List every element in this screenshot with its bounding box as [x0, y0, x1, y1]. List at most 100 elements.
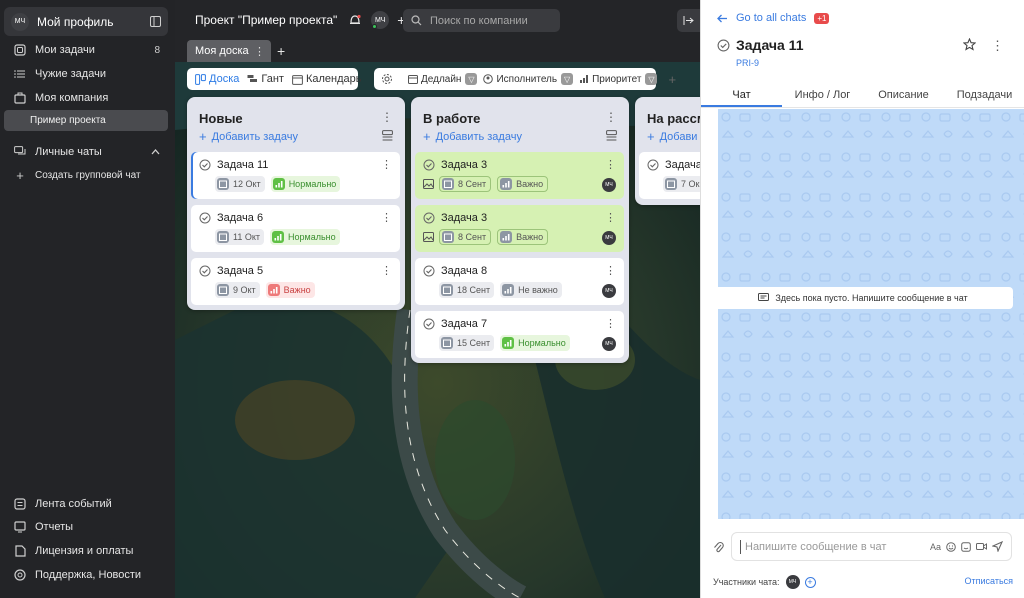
task-card[interactable]: Задача 8 ⋮ 18 Сент Не важно МЧ — [415, 258, 624, 305]
message-input[interactable] — [740, 539, 925, 554]
task-card[interactable]: Задача 7 Ок — [639, 152, 700, 199]
task-menu-icon[interactable]: ⋮ — [991, 38, 1004, 54]
task-status-icon[interactable] — [423, 159, 435, 171]
company-search[interactable] — [403, 9, 560, 32]
star-icon[interactable] — [963, 38, 976, 51]
filter-priority[interactable]: Приоритет ▽ — [576, 73, 660, 85]
sidebar-item-personal-chats[interactable]: Личные чаты — [4, 141, 168, 163]
assignee-avatar[interactable]: МЧ — [602, 337, 616, 351]
task-card[interactable]: Задача 5 ⋮ 9 Окт Важно — [191, 258, 400, 305]
task-status-icon[interactable] — [423, 265, 435, 277]
member-avatar[interactable]: МЧ — [785, 575, 800, 589]
filter-funnel-icon[interactable]: ▽ — [645, 73, 658, 85]
profile-button[interactable]: МЧ Мой профиль — [4, 7, 168, 36]
add-task-button[interactable]: + Добави — [647, 129, 697, 144]
create-group-chat-button[interactable]: + Создать групповой чат — [4, 164, 168, 186]
sidebar-item-reports[interactable]: Отчеты — [4, 516, 168, 538]
task-menu-icon[interactable]: ⋮ — [381, 158, 392, 171]
tab-description[interactable]: Описание — [863, 82, 944, 107]
due-date-chip[interactable]: 7 Ок — [663, 176, 700, 192]
sidebar-item-example-project[interactable]: Пример проекта — [4, 110, 168, 131]
priority-chip[interactable]: Важно — [497, 229, 549, 245]
task-status-icon[interactable] — [199, 159, 211, 171]
project-member-avatar[interactable]: МЧ — [371, 11, 390, 29]
due-date-chip[interactable]: 12 Окт — [215, 176, 265, 192]
task-menu-icon[interactable]: ⋮ — [605, 211, 616, 224]
add-task-button[interactable]: + Добавить задачу — [423, 129, 522, 144]
video-message-icon[interactable] — [976, 542, 987, 551]
priority-chip[interactable]: Нормально — [500, 335, 570, 351]
task-menu-icon[interactable]: ⋮ — [605, 317, 616, 330]
send-icon[interactable] — [992, 541, 1003, 552]
tab-info-log[interactable]: Инфо / Лог — [782, 82, 863, 107]
due-date-chip[interactable]: 18 Сент — [439, 282, 495, 298]
sidebar-item-my-company[interactable]: Моя компания — [4, 87, 168, 109]
filter-settings-icon[interactable] — [378, 73, 399, 85]
task-status-icon[interactable] — [199, 265, 211, 277]
add-member-icon[interactable]: + — [804, 576, 816, 588]
unsubscribe-link[interactable]: Отписаться — [964, 576, 1013, 586]
task-menu-icon[interactable]: ⋮ — [381, 264, 392, 277]
task-card[interactable]: Задача 6 ⋮ 11 Окт Нормально — [191, 205, 400, 252]
assignee-avatar[interactable]: МЧ — [602, 178, 616, 192]
column-menu-icon[interactable]: ⋮ — [381, 110, 393, 124]
task-card[interactable]: Задача 3 ⋮ 8 Сент Важно МЧ — [415, 205, 624, 252]
task-code[interactable]: PRI-9 — [736, 58, 759, 68]
task-card[interactable]: Задача 11 ⋮ 12 Окт Нормально — [191, 152, 400, 199]
view-tab-gantt[interactable]: Гант — [243, 70, 288, 88]
go-to-all-chats-link[interactable]: Go to all chats +1 — [717, 12, 830, 24]
tab-subtasks[interactable]: Подзадачи — [944, 82, 1024, 107]
add-filter-icon[interactable]: + — [668, 72, 676, 87]
add-board-icon[interactable]: + — [277, 43, 285, 59]
emoji-icon[interactable] — [946, 541, 956, 552]
chevron-up-icon[interactable] — [151, 149, 160, 155]
due-date-chip[interactable]: 15 Сент — [439, 335, 495, 351]
priority-chip[interactable]: Нормально — [270, 176, 341, 192]
filter-funnel-icon[interactable]: ▽ — [465, 73, 478, 85]
task-menu-icon[interactable]: ⋮ — [381, 211, 392, 224]
task-status-icon[interactable] — [647, 159, 659, 171]
board-tab-my-board[interactable]: Моя доска ⋮ — [187, 40, 271, 62]
sidebar-item-my-tasks[interactable]: Мои задачи 8 — [4, 39, 168, 61]
assignee-avatar[interactable]: МЧ — [602, 231, 616, 245]
filter-assignee[interactable]: Исполнитель ▽ — [480, 73, 576, 85]
sticker-icon[interactable] — [961, 541, 971, 552]
due-date-chip[interactable]: 9 Окт — [215, 282, 260, 298]
sidebar-item-events-feed[interactable]: Лента событий — [4, 493, 168, 515]
task-card[interactable]: Задача 7 ⋮ 15 Сент Нормально МЧ — [415, 311, 624, 358]
filter-funnel-icon[interactable]: ▽ — [561, 73, 574, 85]
task-card[interactable]: Задача 3 ⋮ 8 Сент Важно МЧ — [415, 152, 624, 199]
attach-file-icon[interactable] — [713, 541, 724, 554]
filter-deadline[interactable]: Дедлайн ▽ — [405, 73, 480, 85]
priority-chip[interactable]: Важно — [497, 176, 549, 192]
column-layout-icon[interactable] — [382, 130, 393, 141]
view-tab-calendar[interactable]: Календарь — [288, 70, 366, 88]
assignee-avatar[interactable]: МЧ — [602, 284, 616, 298]
task-status-icon[interactable] — [423, 318, 435, 330]
sidebar-item-support[interactable]: Поддержка, Новости — [4, 564, 168, 586]
column-menu-icon[interactable]: ⋮ — [605, 110, 617, 124]
view-tab-board[interactable]: Доска — [191, 70, 243, 88]
tab-chat[interactable]: Чат — [701, 82, 782, 107]
add-task-button[interactable]: + Добавить задачу — [199, 129, 298, 144]
board-tab-menu-icon[interactable]: ⋮ — [254, 45, 265, 58]
task-status-icon[interactable] — [717, 39, 730, 52]
sidebar-item-licenses[interactable]: Лицензия и оплаты — [4, 540, 168, 562]
search-input[interactable] — [430, 14, 550, 27]
priority-chip[interactable]: Не важно — [500, 282, 562, 298]
notification-bell-icon[interactable] — [349, 14, 361, 27]
column-layout-icon[interactable] — [606, 130, 617, 141]
task-menu-icon[interactable]: ⋮ — [605, 158, 616, 171]
priority-chip[interactable]: Важно — [265, 282, 315, 298]
task-status-icon[interactable] — [423, 212, 435, 224]
collapse-sidebar-icon[interactable] — [150, 16, 161, 27]
text-format-icon[interactable]: Aa — [930, 542, 941, 552]
task-menu-icon[interactable]: ⋮ — [605, 264, 616, 277]
task-status-icon[interactable] — [199, 212, 211, 224]
priority-chip[interactable]: Нормально — [270, 229, 340, 245]
due-date-chip[interactable]: 8 Сент — [439, 229, 492, 245]
open-panel-button[interactable] — [677, 9, 700, 32]
sidebar-item-others-tasks[interactable]: Чужие задачи — [4, 63, 168, 85]
due-date-chip[interactable]: 8 Сент — [439, 176, 492, 192]
due-date-chip[interactable]: 11 Окт — [215, 229, 265, 245]
